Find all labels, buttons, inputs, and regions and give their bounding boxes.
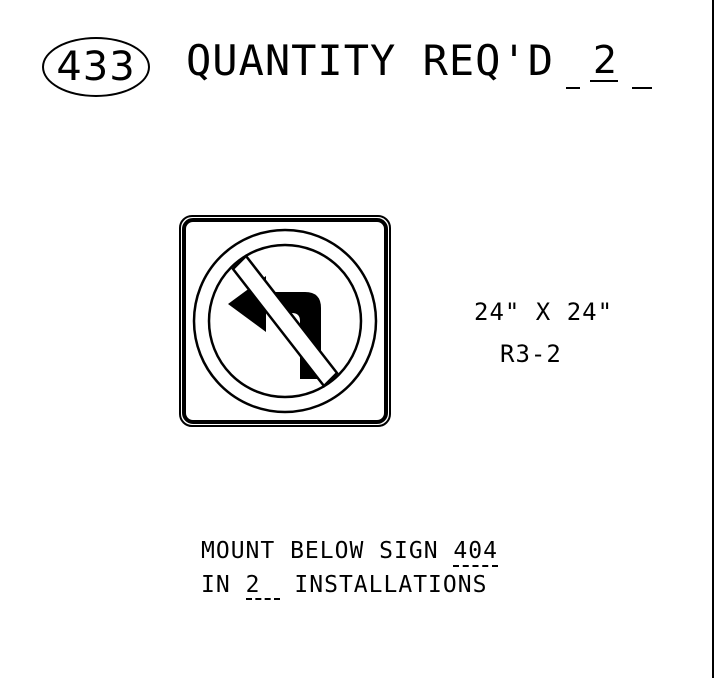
install-prefix: IN: [201, 572, 231, 598]
quantity-label: QUANTITY REQ'D: [186, 36, 555, 85]
installation-count-blank: 2: [245, 572, 280, 600]
sign-size: 24" X 24": [474, 298, 614, 326]
page-edge-line: [712, 0, 714, 678]
install-suffix: INSTALLATIONS: [294, 572, 488, 598]
installation-instruction: IN 2 INSTALLATIONS: [201, 572, 487, 600]
sign-number: 433: [56, 44, 136, 90]
quantity-value: 2: [593, 38, 618, 82]
quantity-underline: [590, 80, 618, 82]
sign-number-callout: 433: [42, 37, 150, 97]
quantity-blank-left: [566, 87, 580, 89]
mount-instruction: MOUNT BELOW SIGN 404: [201, 538, 498, 567]
no-left-turn-icon: [179, 215, 391, 427]
quantity-blank-right: [632, 87, 652, 89]
mount-prefix: MOUNT BELOW SIGN: [201, 538, 439, 564]
mount-below-sign: 404: [453, 538, 498, 567]
installation-count: 2: [245, 572, 261, 598]
sign-code: R3-2: [500, 340, 562, 368]
